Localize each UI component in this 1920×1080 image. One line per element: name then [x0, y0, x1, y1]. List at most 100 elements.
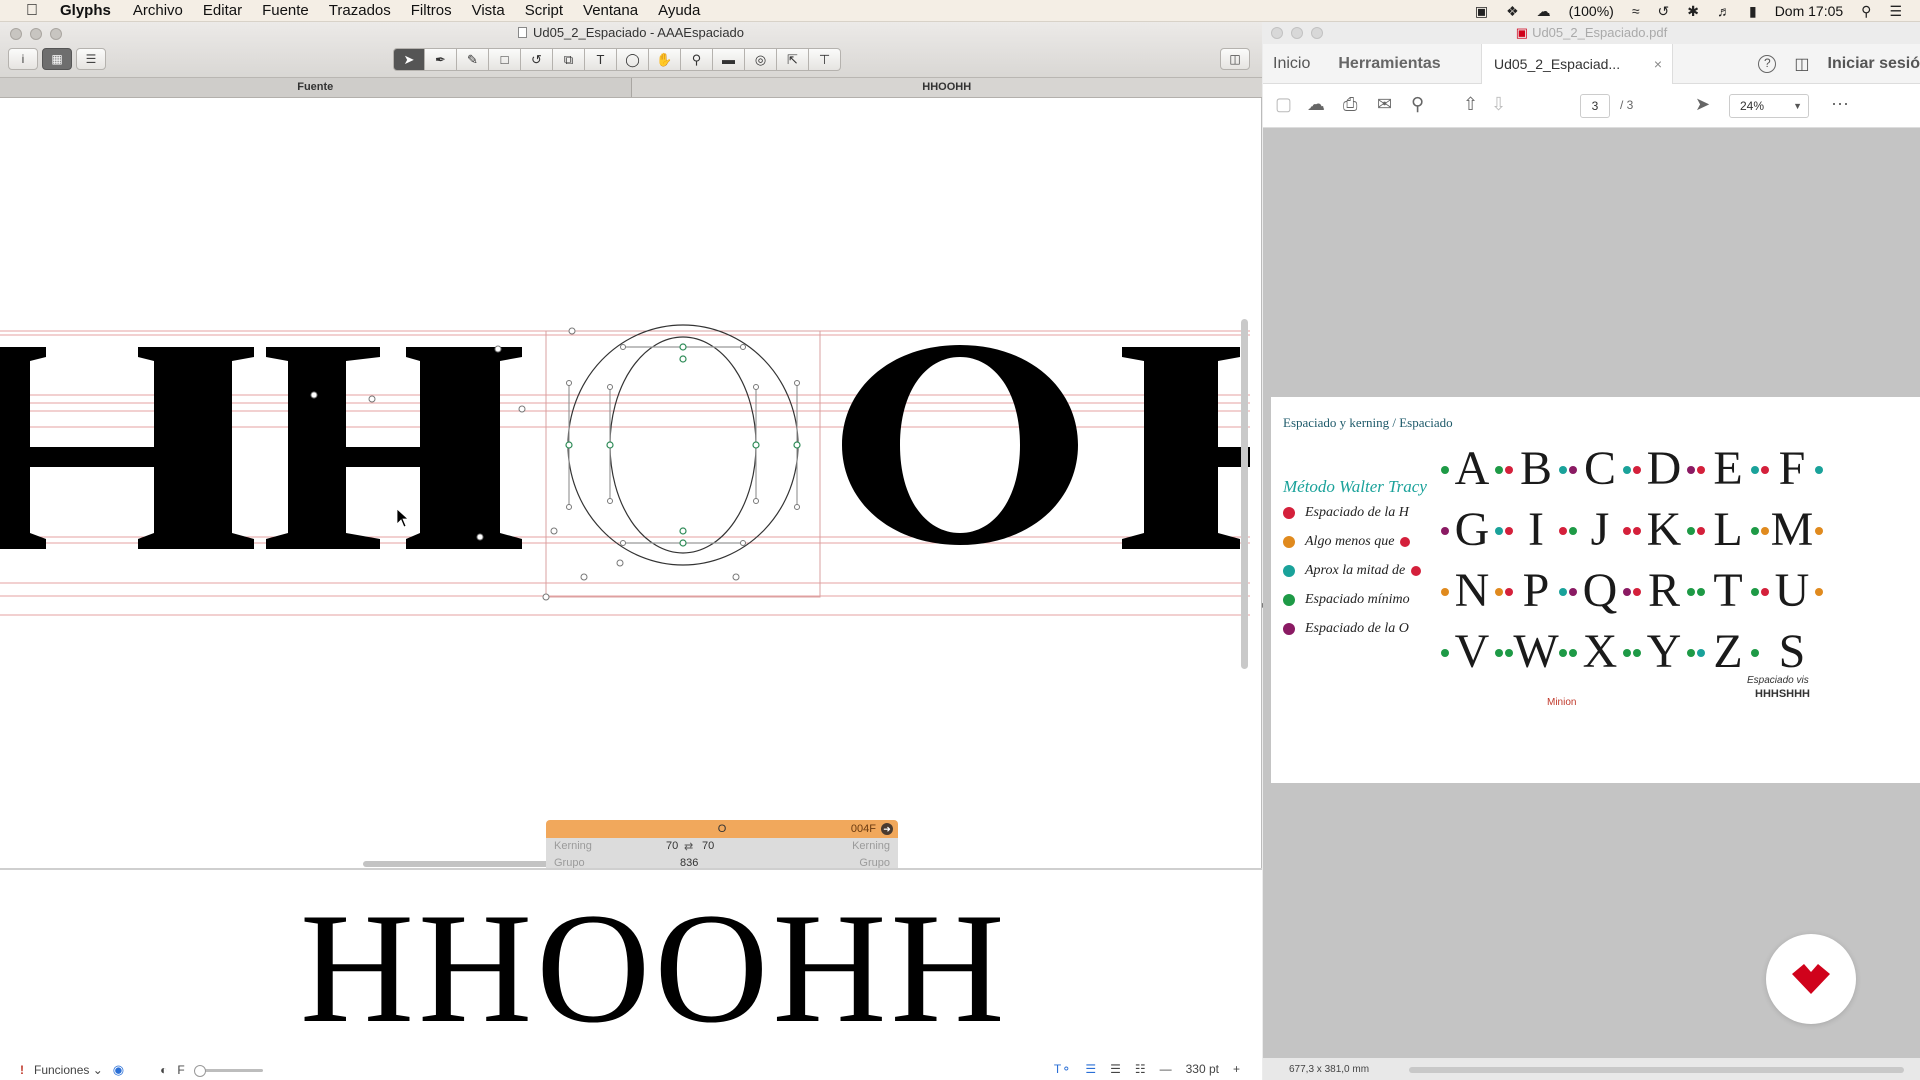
left-spacing-dot — [1697, 588, 1705, 596]
draw-tool[interactable]: ✒ — [425, 48, 457, 71]
arrow-right-icon[interactable]: ➜ — [881, 823, 893, 835]
list-view-button[interactable]: ☰ — [76, 48, 106, 70]
bluetooth-icon[interactable]: ✱ — [1687, 3, 1699, 20]
eye-icon[interactable]: ◉ — [113, 1062, 124, 1078]
menu-ayuda[interactable]: Ayuda — [658, 2, 700, 19]
save-icon[interactable]: ▢ — [1275, 94, 1292, 115]
right-spacing-dot — [1815, 588, 1823, 596]
time-machine-icon[interactable]: ↺ — [1658, 3, 1670, 20]
glyph-name-field[interactable]: O — [546, 820, 898, 838]
zoom-tool[interactable]: ⚲ — [681, 48, 713, 71]
print-icon[interactable]: ⎙ — [1343, 94, 1357, 115]
zoom-size-value[interactable]: 330 pt — [1186, 1062, 1219, 1076]
lsb-field[interactable]: 70 — [666, 840, 678, 852]
text-options-icon[interactable]: T⚬ — [1054, 1062, 1071, 1076]
nav-herramientas[interactable]: Herramientas — [1338, 55, 1440, 73]
letter-glyph: Q — [1582, 564, 1618, 617]
help-icon[interactable]: ? — [1758, 55, 1777, 73]
glyph-o-outline — [545, 324, 821, 598]
edit-canvas[interactable] — [0, 99, 1250, 867]
link-icon[interactable]: ⇄ — [684, 840, 693, 853]
battery-icon[interactable]: ▮ — [1749, 3, 1757, 20]
mobile-link-icon[interactable]: ◫ — [1794, 54, 1809, 74]
legend-tail-dot — [1411, 566, 1422, 576]
info-button[interactable]: i — [8, 48, 38, 70]
pdf-close-button[interactable] — [1271, 27, 1283, 39]
letter-cell: J — [1565, 503, 1635, 557]
left-spacing-dot — [1505, 588, 1513, 596]
tab-fuente[interactable]: Fuente — [0, 78, 632, 97]
menu-vista[interactable]: Vista — [472, 2, 505, 19]
search-icon[interactable]: ⚲ — [1411, 94, 1424, 115]
pdf-zoom-button[interactable] — [1311, 27, 1323, 39]
more-options-icon[interactable]: ⋯ — [1831, 94, 1849, 115]
screen-record-icon[interactable]: ▣ — [1475, 3, 1488, 20]
select-tool[interactable]: ➤ — [393, 48, 425, 71]
pdf-document-tab-label: Ud05_2_Espaciad... — [1494, 56, 1621, 72]
primitives-tool[interactable]: □ — [489, 48, 521, 71]
rotate-tool[interactable]: ↺ — [521, 48, 553, 71]
select-arrow-icon[interactable]: ➤ — [1695, 94, 1710, 115]
knife-tool[interactable]: ◎ — [745, 48, 777, 71]
left-spacing-dot — [1633, 649, 1641, 657]
zoom-out-button[interactable]: — — [1160, 1062, 1172, 1076]
sidebar-toggle-button[interactable]: ◫ — [1220, 48, 1250, 70]
zoom-in-button[interactable]: + — [1233, 1062, 1240, 1076]
vertical-scrollbar[interactable] — [1241, 319, 1248, 669]
letter-glyph: K — [1646, 503, 1682, 556]
align-right-icon[interactable]: ☰ — [1110, 1062, 1121, 1076]
page-number-input[interactable]: 3 — [1580, 94, 1610, 118]
pdf-minimize-button[interactable] — [1291, 27, 1303, 39]
cloud-icon[interactable]: ☁ — [1537, 3, 1551, 20]
letter-glyph: C — [1583, 442, 1616, 495]
letter-glyph: P — [1522, 564, 1550, 617]
menu-editar[interactable]: Editar — [203, 2, 242, 19]
clock[interactable]: Dom 17:05 — [1775, 3, 1843, 19]
sign-in-link[interactable]: Iniciar sesió — [1828, 55, 1920, 73]
app-menu[interactable]: Glyphs — [60, 2, 111, 19]
hand-tool[interactable]: ✋ — [649, 48, 681, 71]
pdf-document-tab[interactable]: Ud05_2_Espaciad... × — [1481, 44, 1673, 84]
notification-center-icon[interactable]: ☰ — [1889, 3, 1902, 20]
email-icon[interactable]: ✉ — [1377, 94, 1392, 115]
brand-logo — [1766, 934, 1856, 1024]
close-tab-icon[interactable]: × — [1654, 44, 1662, 84]
type-options-tool[interactable]: ⊤ — [809, 48, 841, 71]
glyph-canvas[interactable] — [0, 99, 1250, 867]
funciones-menu[interactable]: Funciones ⌄ — [34, 1063, 103, 1077]
grid-view-button[interactable]: ▦ — [42, 48, 72, 70]
spotlight-icon[interactable]: ⚲ — [1861, 3, 1871, 20]
pdf-horizontal-scrollbar[interactable] — [1409, 1067, 1904, 1073]
contrast-icon[interactable]: ◐ — [160, 1063, 167, 1077]
letter-glyph: T — [1713, 564, 1743, 617]
left-spacing-dot — [1633, 588, 1641, 596]
columns-icon[interactable]: ☷ — [1135, 1062, 1146, 1076]
upload-cloud-icon[interactable]: ☁ — [1307, 94, 1325, 115]
menu-ventana[interactable]: Ventana — [583, 2, 638, 19]
page-up-icon[interactable]: ⇧ — [1463, 94, 1478, 115]
page-down-icon[interactable]: ⇩ — [1491, 94, 1506, 115]
measure-tool[interactable]: ▬ — [713, 48, 745, 71]
annotation-tool[interactable]: ◯ — [617, 48, 649, 71]
volume-icon[interactable]: ♬ — [1717, 3, 1731, 19]
text-tool[interactable]: T — [585, 48, 617, 71]
unicode-field[interactable]: 004F — [851, 820, 876, 838]
menu-script[interactable]: Script — [525, 2, 563, 19]
menu-fuente[interactable]: Fuente — [262, 2, 309, 19]
anchor-tool[interactable]: ⇱ — [777, 48, 809, 71]
menu-archivo[interactable]: Archivo — [133, 2, 183, 19]
preview-size-slider[interactable] — [193, 1064, 263, 1077]
align-left-icon[interactable]: ☰ — [1085, 1062, 1096, 1076]
apple-icon[interactable]:  — [18, 2, 46, 20]
menu-filtros[interactable]: Filtros — [411, 2, 452, 19]
tab-hhoohh[interactable]: HHOOHH — [632, 78, 1263, 97]
menu-trazados[interactable]: Trazados — [329, 2, 391, 19]
zoom-select[interactable]: 24% ▼ — [1729, 94, 1809, 118]
scale-tool[interactable]: ⧉ — [553, 48, 585, 71]
dropbox-icon[interactable]: ❖ — [1506, 3, 1519, 20]
pencil-tool[interactable]: ✎ — [457, 48, 489, 71]
rsb-field[interactable]: 70 — [702, 840, 714, 852]
letter-cell: Y — [1629, 625, 1699, 679]
nav-inicio[interactable]: Inicio — [1273, 55, 1310, 73]
wifi-icon[interactable]: ≈ — [1632, 3, 1640, 19]
